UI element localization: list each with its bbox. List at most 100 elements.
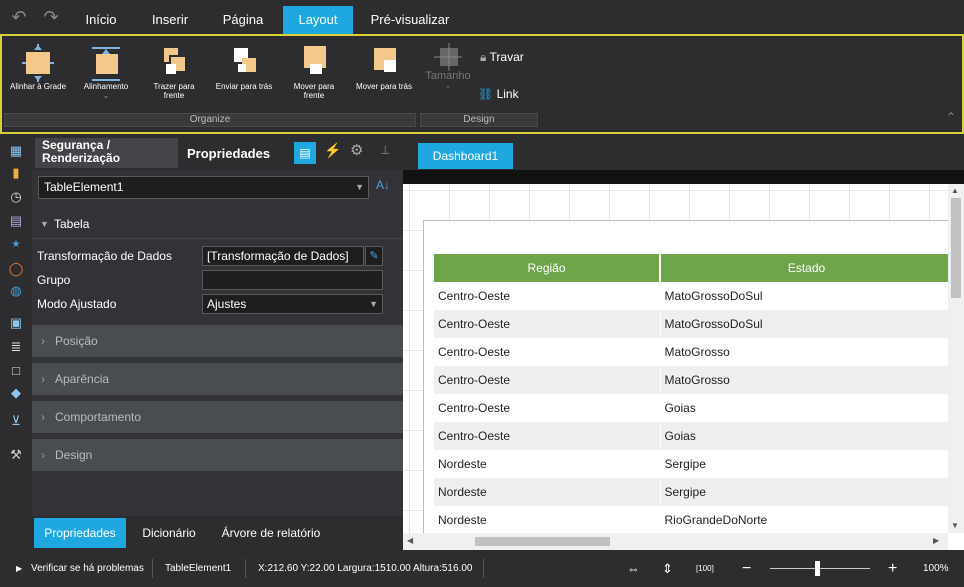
group-label-organize: Organize [4, 113, 416, 127]
column-header-estado[interactable]: Estado [660, 254, 948, 282]
status-element: TableElement1 [165, 563, 232, 574]
redo-icon[interactable]: ↷ [40, 6, 62, 28]
status-bar: ▶ Verificar se há problemas TableElement… [0, 550, 964, 587]
move-back-button[interactable]: Mover para trás [352, 42, 416, 91]
zoom-in-icon[interactable]: + [888, 550, 897, 587]
filter-icon[interactable]: ⊻ [7, 412, 25, 430]
prop-group-value[interactable] [202, 270, 383, 290]
table-row[interactable]: Centro-Oeste Goias [434, 422, 948, 450]
prop-mode-select[interactable]: Ajustes ▼ [202, 294, 383, 314]
pin-icon[interactable]: ⊥ [380, 143, 390, 157]
tools-icon[interactable]: ⚒ [7, 446, 25, 464]
ribbon-layout: Alinhar à Grade Alinhamento ⌄ Trazer par… [0, 34, 964, 134]
pivot-icon[interactable]: ▤ [7, 212, 25, 230]
check-problems-button[interactable]: Verificar se há problemas [31, 550, 144, 587]
alignment-button[interactable]: Alinhamento ⌄ [78, 42, 134, 100]
alignment-label: Alinhamento [83, 82, 129, 91]
app-window: ↶ ↷ Início Inserir Página Layout Pré-vis… [0, 0, 964, 587]
zoom-out-icon[interactable]: − [742, 550, 751, 587]
table-row[interactable]: Centro-Oeste MatoGrossoDoSul [434, 282, 948, 310]
indicator-icon[interactable]: ★ [7, 236, 25, 254]
tab-dashboard1[interactable]: Dashboard1 [418, 143, 513, 169]
panel-icon[interactable]: □ [7, 362, 25, 380]
table-row[interactable]: Centro-Oeste MatoGrosso [434, 338, 948, 366]
table-row[interactable]: Centro-Oeste MatoGrossoDoSul [434, 310, 948, 338]
text-icon[interactable]: ≣ [7, 338, 25, 356]
scroll-right-icon[interactable]: ▶ [933, 536, 939, 545]
vertical-scroll-thumb[interactable] [951, 198, 961, 298]
chevron-down-icon: ⌄ [444, 81, 452, 90]
tab-inicio[interactable]: Início [78, 6, 124, 34]
collapse-ribbon-icon[interactable]: ⌃ [946, 110, 956, 124]
section-aparencia[interactable]: Aparência [32, 363, 403, 395]
zoom-slider-thumb[interactable] [815, 561, 820, 576]
table-row[interactable]: Nordeste Sergipe [434, 450, 948, 478]
tab-arvore-relatorio[interactable]: Árvore de relatório [216, 518, 326, 548]
table-element[interactable]: Região Estado Centro-Oeste MatoGrossoDoSu… [423, 220, 948, 533]
vertical-scrollbar[interactable]: ▲ ▼ [948, 184, 964, 533]
fit-height-icon[interactable]: ⇕ [662, 550, 673, 587]
cell-regiao: Nordeste [434, 450, 661, 478]
alignment-icon [88, 42, 124, 82]
cell-regiao: Centro-Oeste [434, 310, 661, 338]
section-comportamento[interactable]: Comportamento [32, 401, 403, 433]
table-icon[interactable]: ▦ [7, 142, 25, 160]
cell-regiao: Centro-Oeste [434, 366, 661, 394]
report-canvas: Dashboard1 Região Estado Centro-Oeste Mat… [403, 136, 964, 550]
scroll-down-icon[interactable]: ▼ [951, 521, 959, 530]
fit-width-icon[interactable]: ⇔ [627, 550, 640, 587]
gauge-icon[interactable]: ◷ [7, 188, 25, 206]
tab-propriedades[interactable]: Propriedades [34, 518, 126, 548]
tab-dicionario[interactable]: Dicionário [132, 518, 206, 548]
column-header-regiao[interactable]: Região [434, 254, 661, 282]
bring-front-label: Trazer para frente [153, 82, 195, 100]
gear-icon[interactable]: ⚙ [350, 141, 363, 159]
progress-icon[interactable]: ◯ [7, 260, 25, 278]
prop-transform-value[interactable]: [Transformação de Dados] [202, 246, 364, 266]
undo-icon[interactable]: ↶ [8, 6, 30, 28]
section-tabela[interactable]: ▼ Tabela [32, 209, 403, 239]
align-grid-button[interactable]: Alinhar à Grade [6, 42, 70, 91]
properties-view-icon[interactable]: ▤ [294, 142, 316, 164]
send-back-button[interactable]: Enviar para trás [210, 42, 278, 91]
scroll-up-icon[interactable]: ▲ [951, 186, 959, 195]
tab-pre-visualizar[interactable]: Pré-visualizar [366, 6, 454, 34]
tab-inserir[interactable]: Inserir [144, 6, 196, 34]
section-posicao[interactable]: Posição [32, 325, 403, 357]
divider [483, 559, 484, 578]
size-icon [430, 42, 466, 72]
lock-button[interactable]: 🔒︎ Travar [480, 50, 524, 65]
table-row[interactable]: Centro-Oeste Goias [434, 394, 948, 422]
size-button[interactable]: Tamanho ⌄ [422, 42, 474, 90]
section-design[interactable]: Design [32, 439, 403, 471]
scroll-left-icon[interactable]: ◀ [407, 536, 413, 545]
element-select[interactable]: TableElement1 ▼ [38, 176, 369, 199]
edit-pencil-icon[interactable]: ✎ [365, 246, 383, 266]
cell-estado: MatoGrossoDoSul [660, 282, 948, 310]
horizontal-scroll-thumb[interactable] [475, 537, 610, 546]
cell-estado: MatoGrosso [660, 338, 948, 366]
tab-properties[interactable]: Propriedades [187, 146, 270, 161]
table-row[interactable]: Nordeste RioGrandeDoNorte [434, 506, 948, 533]
zoom-100-icon[interactable]: [100] [696, 550, 714, 587]
cell-regiao: Nordeste [434, 478, 661, 506]
image-icon[interactable]: ▣ [7, 314, 25, 332]
link-button[interactable]: ⛓︎ Link [478, 87, 519, 101]
tab-security-rendering[interactable]: Segurança / Renderização [35, 138, 178, 168]
zoom-slider-track[interactable] [770, 568, 870, 569]
tab-layout[interactable]: Layout [283, 6, 353, 34]
group-label-design: Design [420, 113, 538, 127]
tab-pagina[interactable]: Página [216, 6, 270, 34]
horizontal-scrollbar[interactable]: ◀ ▶ [403, 533, 948, 550]
table-row[interactable]: Nordeste Sergipe [434, 478, 948, 506]
bring-front-button[interactable]: Trazer para frente [146, 42, 202, 100]
move-front-button[interactable]: Mover para frente [286, 42, 342, 100]
prop-mode-label: Modo Ajustado [37, 297, 117, 311]
sort-az-icon[interactable]: A↓ [376, 178, 390, 192]
cell-regiao: Centro-Oeste [434, 422, 661, 450]
map-icon[interactable]: ◍ [7, 282, 25, 300]
events-icon[interactable]: ⚡ [324, 142, 341, 159]
chart-icon[interactable]: ▮ [7, 164, 25, 182]
table-row[interactable]: Centro-Oeste MatoGrosso [434, 366, 948, 394]
shape-icon[interactable]: ◆ [7, 384, 25, 402]
